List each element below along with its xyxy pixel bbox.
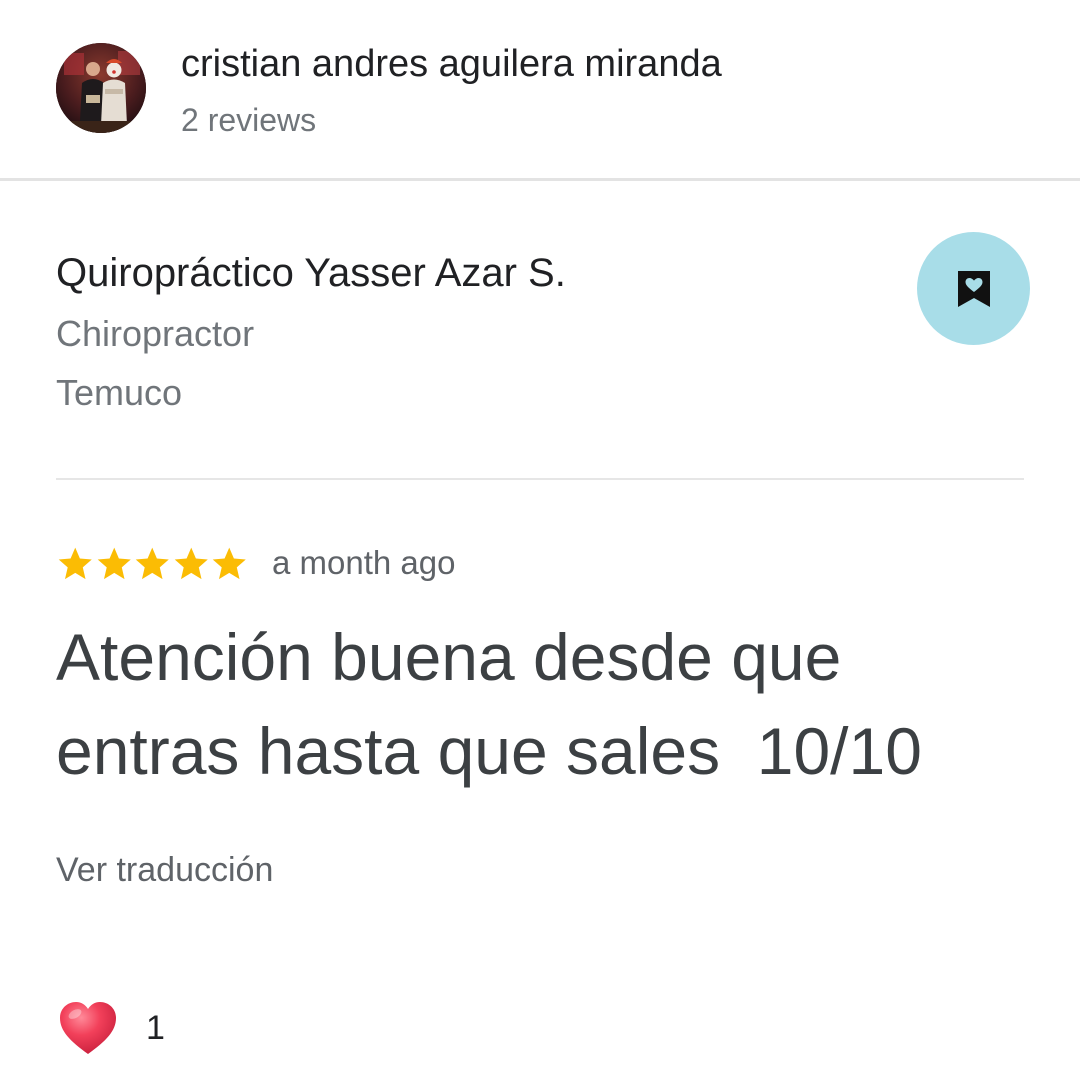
like-button[interactable]: 1 (58, 996, 165, 1060)
place-category: Chiropractor (56, 313, 255, 354)
translate-link[interactable]: Ver traducción (56, 848, 273, 892)
save-place-button[interactable] (917, 232, 1030, 345)
star-icon (212, 547, 246, 580)
star-icon (97, 547, 131, 580)
review-text: Atención buena desde que entras hasta qu… (56, 620, 922, 788)
bookmark-heart-icon (957, 270, 990, 307)
review-page: cristian andres aguilera miranda 2 revie… (0, 0, 1080, 1085)
review-time: a month ago (272, 544, 456, 581)
section-divider (56, 478, 1024, 480)
reviewer-name[interactable]: cristian andres aguilera miranda (181, 40, 722, 88)
avatar[interactable] (56, 43, 146, 133)
place-name[interactable]: Quiropráctico Yasser Azar S. (56, 248, 566, 298)
place-city: Temuco (56, 372, 183, 413)
star-rating (56, 544, 249, 584)
reviewer-header[interactable]: cristian andres aguilera miranda 2 revie… (0, 0, 1080, 180)
star-icon (174, 547, 208, 580)
heart-icon (60, 1002, 116, 1054)
header-divider (0, 178, 1080, 181)
like-count: 1 (146, 1009, 165, 1047)
avatar-photo (56, 43, 146, 133)
star-icon (135, 547, 169, 580)
star-icon (58, 547, 92, 580)
reviewer-review-count[interactable]: 2 reviews (181, 100, 316, 140)
